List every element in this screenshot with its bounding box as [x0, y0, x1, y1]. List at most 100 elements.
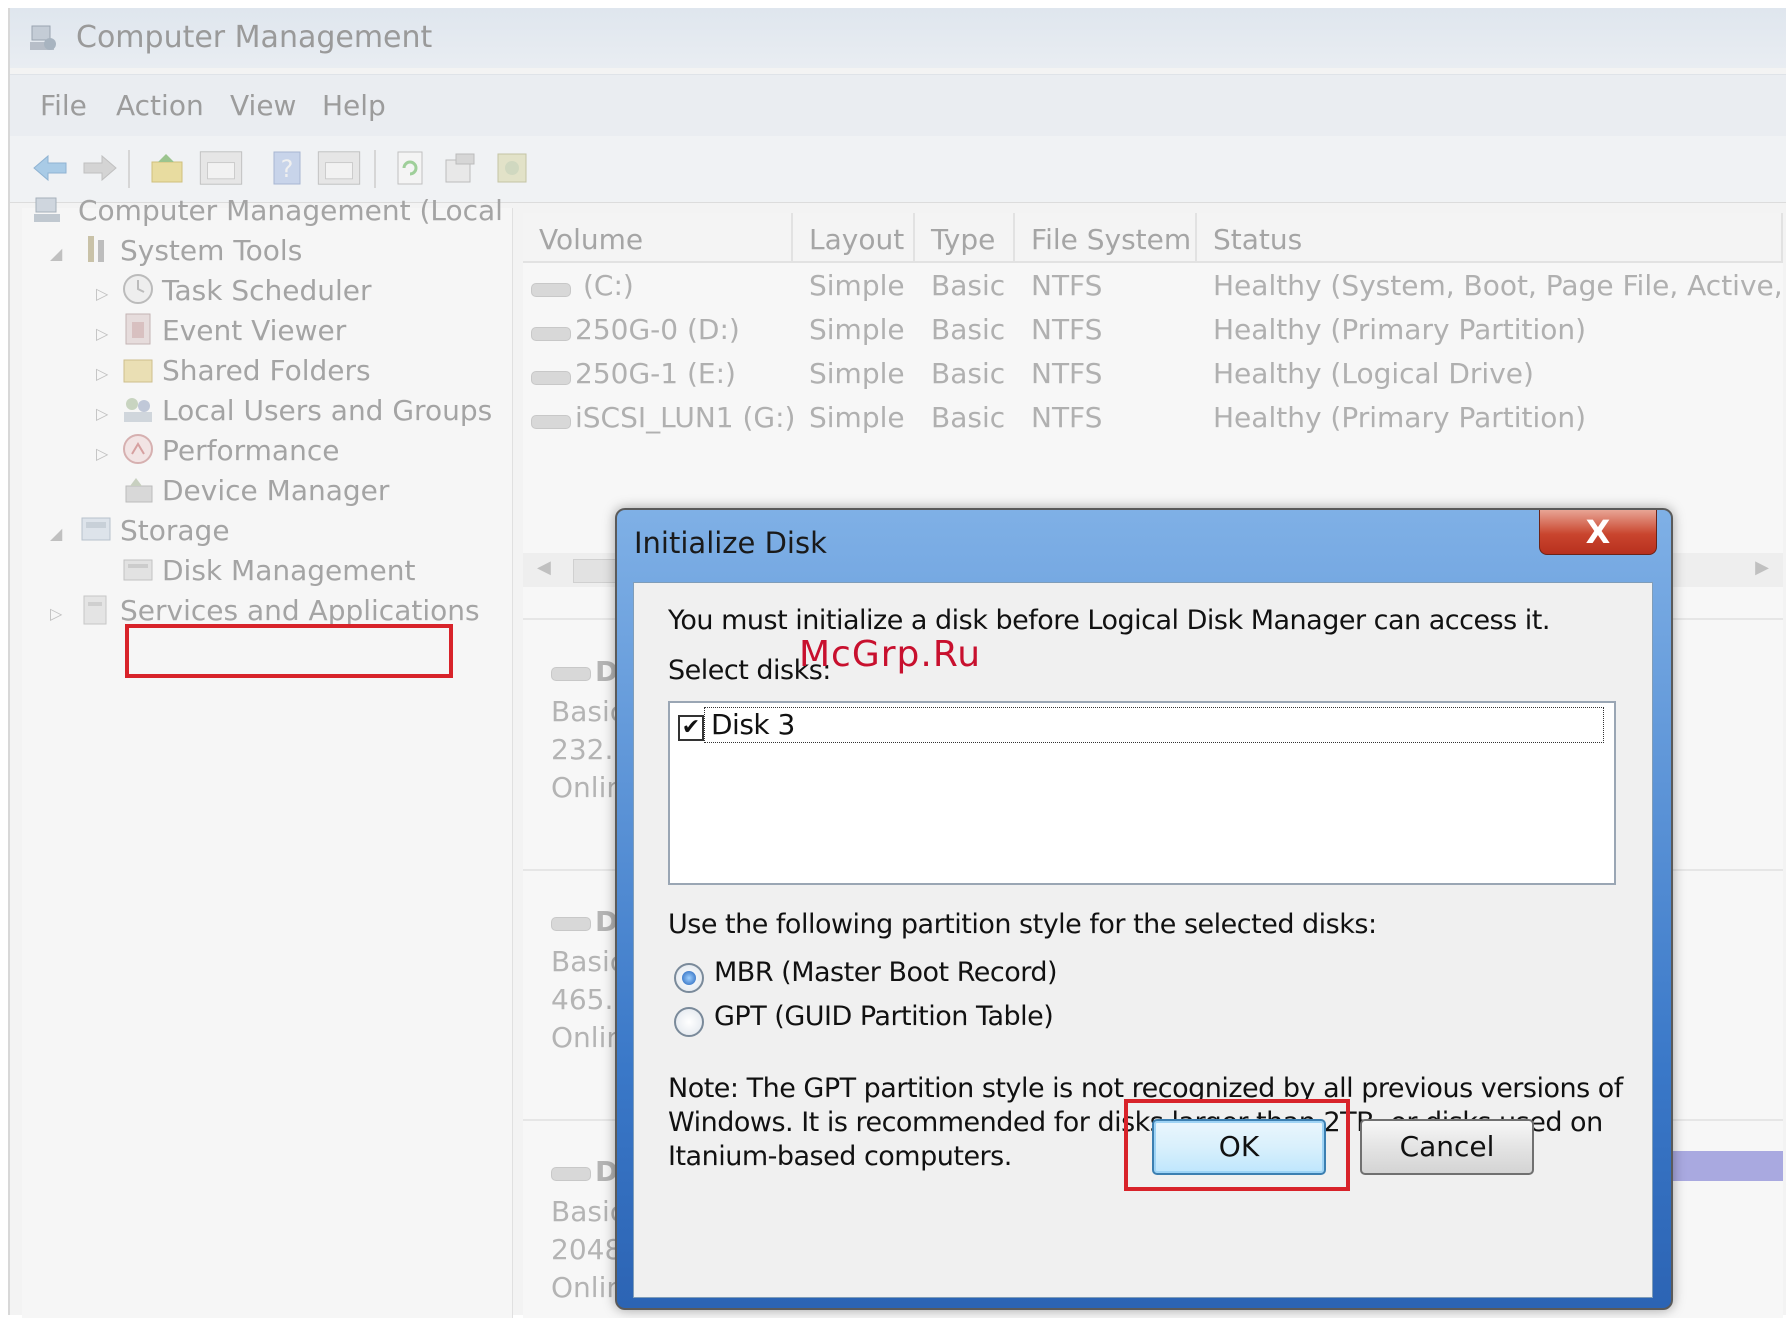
disk-management-highlight [125, 624, 453, 678]
partition-bar[interactable] [1663, 1151, 1783, 1181]
menu-action[interactable]: Action [116, 89, 204, 122]
disk-select-list[interactable]: ✔ Disk 3 [668, 701, 1616, 885]
disk-icon[interactable] [494, 150, 530, 186]
volume-type: Basic [931, 269, 1006, 302]
column-header-file-system[interactable]: File System [1015, 213, 1197, 263]
column-header-type[interactable]: Type [915, 213, 1015, 263]
watermark: McGrp.Ru [799, 634, 982, 675]
volume-type: Basic [931, 313, 1006, 346]
collapsed-arrow-icon[interactable]: ▷ [96, 444, 108, 463]
close-button[interactable]: X [1539, 510, 1657, 555]
system-tools-icon [88, 236, 104, 262]
computer-management-icon [30, 25, 56, 50]
volume-status: Healthy (System, Boot, Page File, Active… [1213, 269, 1786, 302]
svg-text:?: ? [281, 155, 294, 183]
tree-item-local-users-and-groups[interactable]: Local Users and Groups [162, 394, 492, 427]
volume-name: 250G-0 (D:) [575, 313, 740, 346]
drive-icon [531, 415, 571, 429]
column-header-volume[interactable]: Volume [523, 213, 793, 263]
event-viewer-icon [125, 313, 151, 345]
volume-file-system: NTFS [1031, 401, 1103, 434]
drive-icon [531, 371, 571, 385]
note-text-line-3: Itanium-based computers. [668, 1141, 1012, 1172]
gpt-radio[interactable] [674, 1007, 704, 1037]
disk-icon [551, 917, 591, 931]
volume-layout: Simple [809, 269, 905, 302]
window-title: Computer Management [76, 20, 433, 55]
disk-management-icon [123, 559, 153, 581]
performance-icon [123, 434, 153, 464]
cancel-button[interactable]: Cancel [1360, 1119, 1534, 1175]
collapsed-arrow-icon[interactable]: ▷ [96, 364, 108, 383]
expanded-arrow-icon[interactable]: ◢ [50, 244, 62, 263]
up-folder-icon[interactable] [148, 150, 186, 186]
partition-style-label: Use the following partition style for th… [668, 909, 1377, 940]
tree-item-event-viewer[interactable]: Event Viewer [162, 314, 346, 347]
volume-file-system: NTFS [1031, 269, 1103, 302]
toolbar-separator [374, 150, 376, 188]
initialize-disk-dialog: Initialize Disk X You must initialize a … [615, 508, 1673, 1310]
show-hide-action-pane-icon[interactable] [314, 150, 364, 186]
shared-folders-icon [123, 359, 153, 383]
menu-file[interactable]: File [40, 89, 87, 122]
help-icon[interactable]: ? [272, 150, 302, 186]
dialog-intro-text: You must initialize a disk before Logica… [668, 605, 1550, 636]
storage-icon [81, 517, 111, 541]
volume-file-system: NTFS [1031, 313, 1103, 346]
refresh-icon[interactable] [394, 150, 426, 186]
tree-item-device-manager[interactable]: Device Manager [162, 474, 389, 507]
collapsed-arrow-icon[interactable]: ▷ [96, 404, 108, 423]
forward-arrow-icon[interactable] [80, 150, 120, 186]
scroll-left-icon[interactable]: ◀ [537, 557, 551, 578]
dialog-title: Initialize Disk [634, 526, 827, 560]
disk-3-checkbox[interactable]: ✔ [678, 715, 704, 741]
ok-button[interactable]: OK [1152, 1119, 1326, 1175]
collapsed-arrow-icon[interactable]: ▷ [96, 284, 108, 303]
volume-status: Healthy (Primary Partition) [1213, 401, 1587, 434]
local-users-icon [124, 398, 152, 422]
volume-file-system: NTFS [1031, 357, 1103, 390]
collapsed-arrow-icon[interactable]: ▷ [96, 324, 108, 343]
mbr-label[interactable]: MBR (Master Boot Record) [714, 957, 1058, 988]
disk-icon [551, 1167, 591, 1181]
volume-status: Healthy (Primary Partition) [1213, 313, 1587, 346]
title-bar: Computer Management [10, 8, 1786, 68]
back-arrow-icon[interactable] [30, 150, 70, 186]
volume-name: (C:) [583, 269, 634, 302]
tree-item-storage[interactable]: Storage [120, 514, 230, 547]
tree-item-performance[interactable]: Performance [162, 434, 339, 467]
collapsed-arrow-icon[interactable]: ▷ [50, 604, 62, 623]
volume-layout: Simple [809, 313, 905, 346]
volume-type: Basic [931, 401, 1006, 434]
toolbar-separator [128, 150, 130, 188]
console-tree: Computer Management (Local ◢ System Tool… [22, 194, 513, 1318]
disk-item-label: Disk 3 [711, 708, 795, 741]
computer-management-icon [34, 197, 60, 222]
scroll-right-icon[interactable]: ▶ [1755, 557, 1769, 578]
gpt-label[interactable]: GPT (GUID Partition Table) [714, 1001, 1054, 1032]
drive-icon [531, 327, 571, 341]
column-header-layout[interactable]: Layout [793, 213, 915, 263]
menu-view[interactable]: View [230, 89, 296, 122]
volume-type: Basic [931, 357, 1006, 390]
expanded-arrow-icon[interactable]: ◢ [50, 524, 62, 543]
show-hide-console-tree-icon[interactable] [196, 150, 246, 186]
volume-name: 250G-1 (E:) [575, 357, 736, 390]
tree-item-root[interactable]: Computer Management (Local [78, 194, 503, 227]
disk-icon [551, 667, 591, 681]
tree-item-task-scheduler[interactable]: Task Scheduler [162, 274, 372, 307]
toolbar: ? [10, 136, 1786, 203]
properties-icon[interactable] [442, 150, 478, 186]
drive-icon [531, 283, 571, 297]
tree-item-system-tools[interactable]: System Tools [120, 234, 302, 267]
tree-item-services-and-applications[interactable]: Services and Applications [120, 594, 480, 627]
list-item[interactable]: Disk 3 [704, 707, 1604, 743]
services-and-applications-icon [83, 595, 107, 625]
tree-item-disk-management[interactable]: Disk Management [162, 554, 416, 587]
column-header-status[interactable]: Status [1197, 213, 1783, 263]
menu-help[interactable]: Help [322, 89, 386, 122]
mbr-radio[interactable] [674, 963, 704, 993]
device-manager-icon [125, 478, 153, 503]
tree-item-shared-folders[interactable]: Shared Folders [162, 354, 371, 387]
menu-bar: File Action View Help [10, 74, 1786, 138]
